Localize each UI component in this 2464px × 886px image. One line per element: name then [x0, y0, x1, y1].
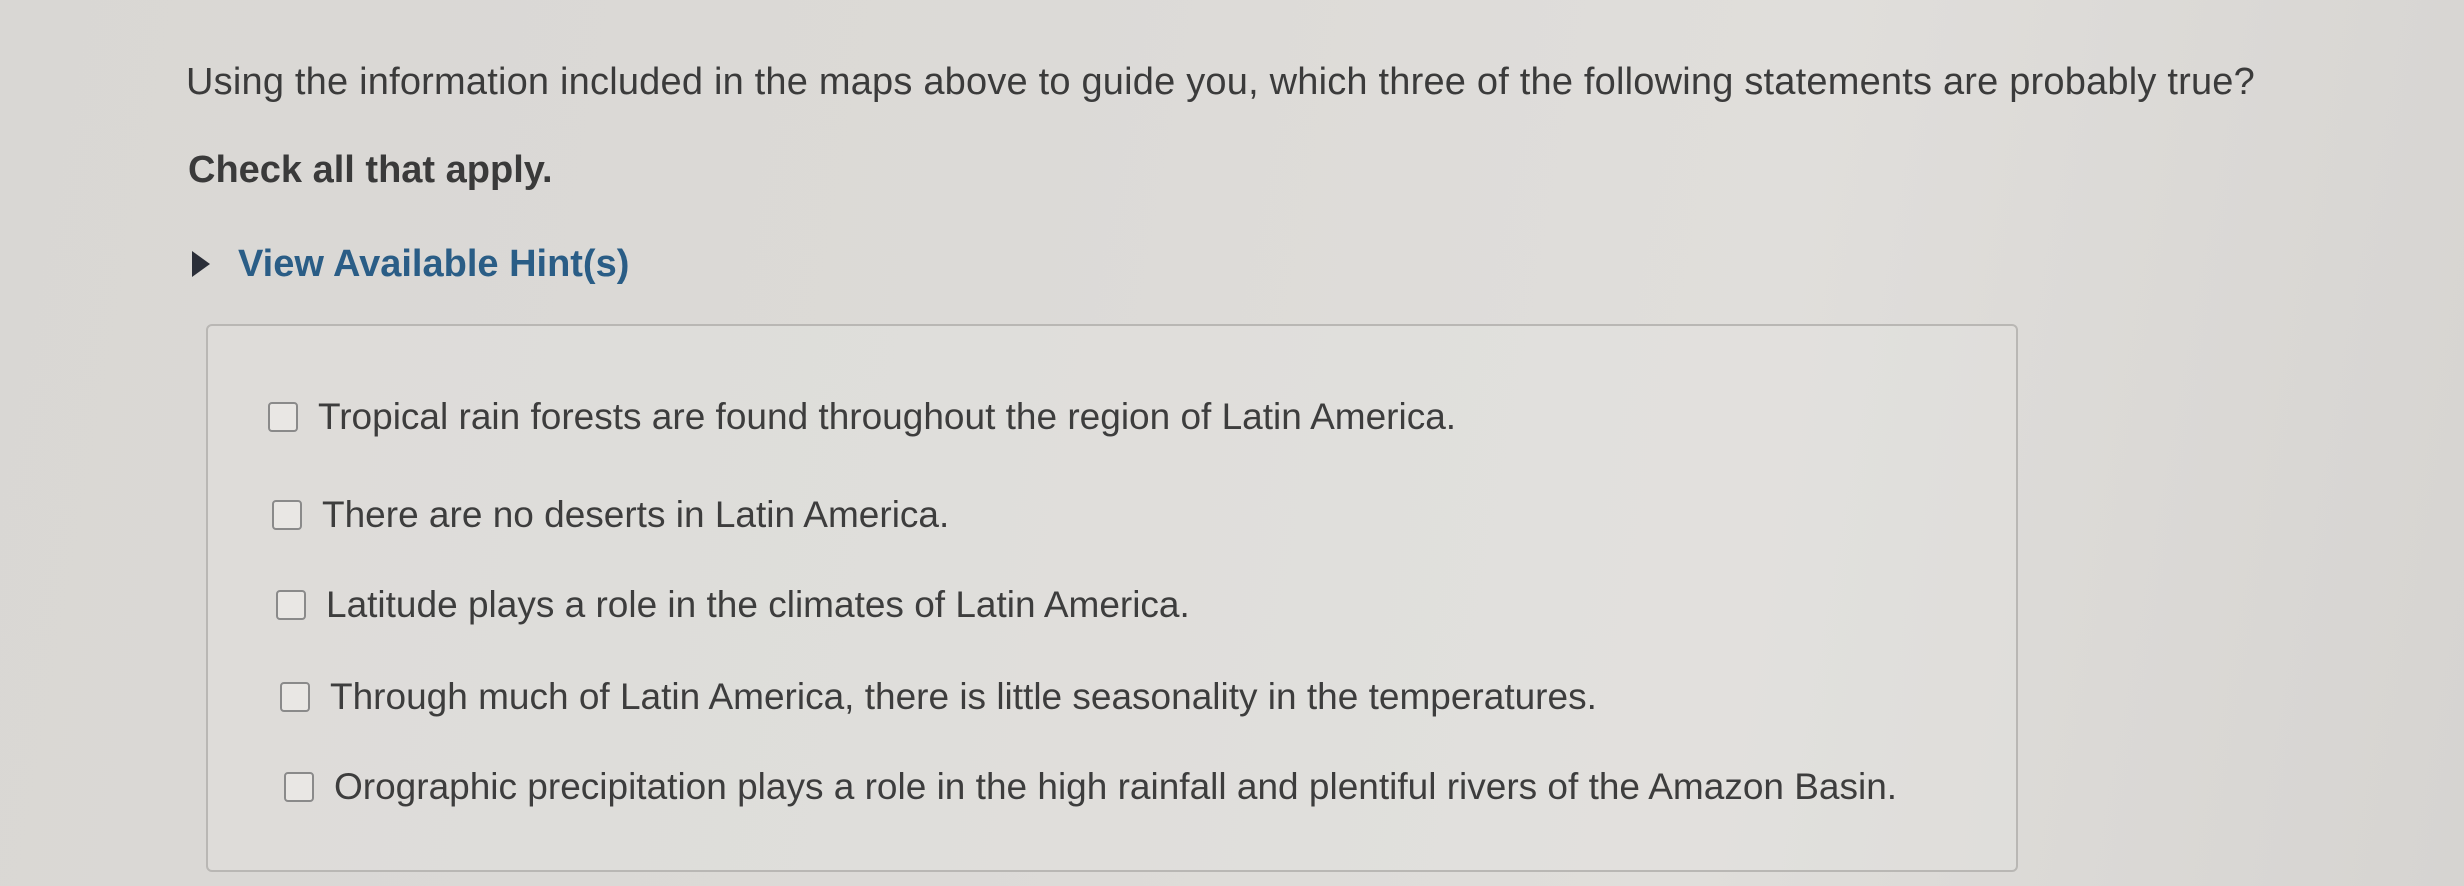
option-4-label: Through much of Latin America, there is … — [330, 676, 1597, 717]
instruction-text: Check all that apply. — [188, 149, 553, 191]
option-5-checkbox[interactable] — [284, 772, 314, 802]
option-4[interactable]: Through much of Latin America, there is … — [280, 674, 1597, 720]
option-4-checkbox[interactable] — [280, 682, 310, 712]
option-2[interactable]: There are no deserts in Latin America. — [272, 492, 949, 538]
option-2-label: There are no deserts in Latin America. — [322, 494, 950, 535]
option-1-label: Tropical rain forests are found througho… — [318, 396, 1457, 437]
option-3-label: Latitude plays a role in the climates of… — [326, 584, 1190, 625]
view-hints-label: View Available Hint(s) — [238, 243, 630, 285]
option-3[interactable]: Latitude plays a role in the climates of… — [276, 582, 1190, 628]
options-group: Tropical rain forests are found througho… — [206, 324, 2018, 872]
option-3-checkbox[interactable] — [276, 590, 306, 620]
option-2-checkbox[interactable] — [272, 500, 302, 530]
option-1[interactable]: Tropical rain forests are found througho… — [268, 394, 1456, 440]
question-page: Using the information included in the ma… — [0, 0, 2464, 886]
option-5-label: Orographic precipitation plays a role in… — [334, 766, 1898, 807]
option-1-checkbox[interactable] — [268, 402, 298, 432]
option-5[interactable]: Orographic precipitation plays a role in… — [284, 764, 1897, 810]
view-hints-toggle[interactable]: View Available Hint(s) — [192, 240, 629, 288]
caret-right-icon — [192, 251, 210, 277]
question-text: Using the information included in the ma… — [186, 61, 2255, 103]
